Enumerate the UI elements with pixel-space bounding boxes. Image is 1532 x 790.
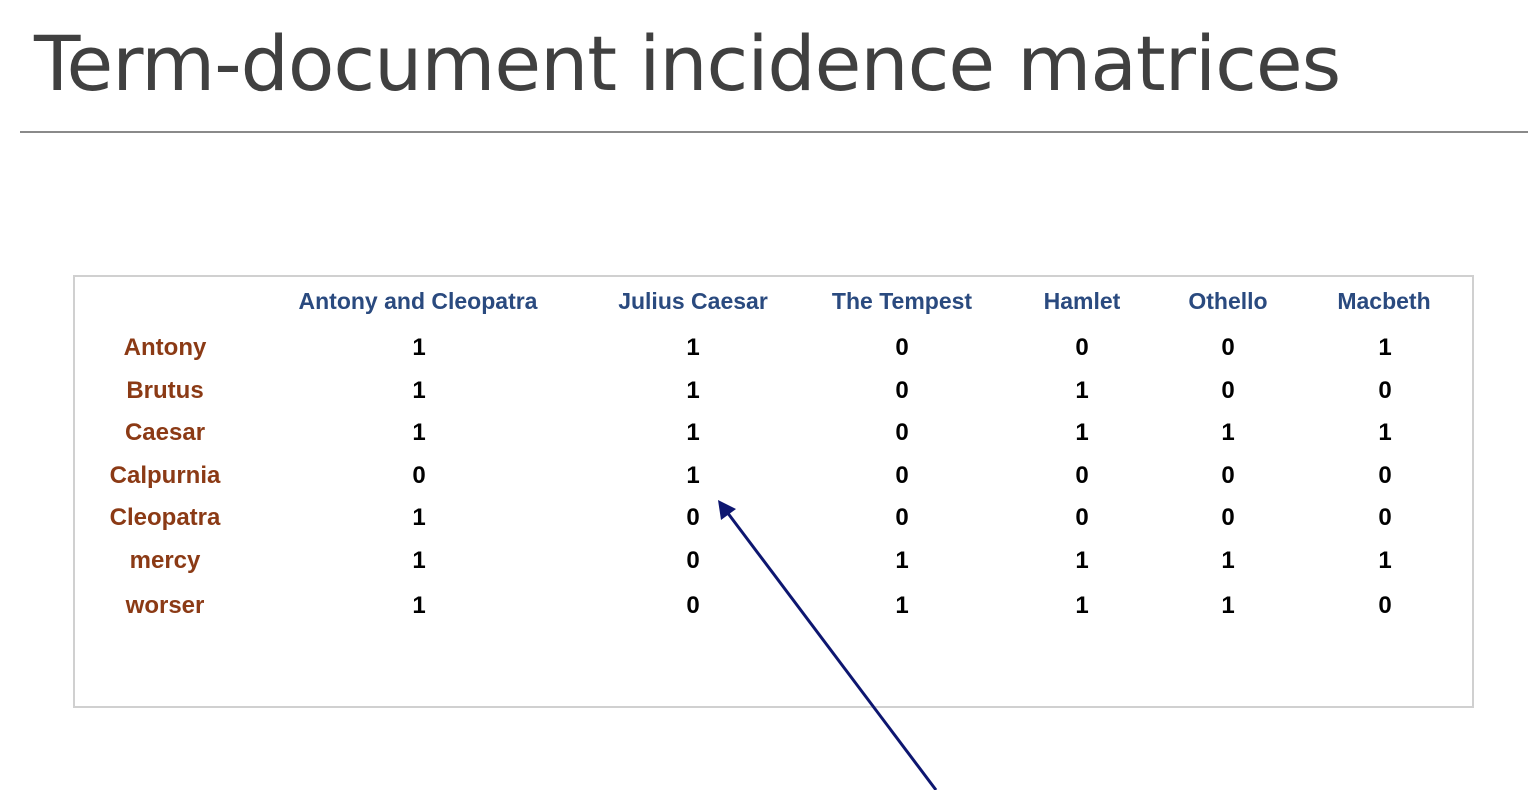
incidence-matrix-frame	[73, 275, 1474, 708]
matrix-cell: 0	[895, 419, 909, 446]
matrix-cell: 1	[1221, 592, 1235, 619]
matrix-cell: 0	[1221, 504, 1235, 531]
matrix-cell: 0	[1378, 592, 1392, 619]
matrix-cell: 1	[1075, 377, 1089, 404]
matrix-cell: 1	[686, 377, 700, 404]
term-label: Cleopatra	[109, 504, 221, 531]
doc-header-hamlet: Hamlet	[1043, 288, 1121, 314]
matrix-cell: 1	[1378, 419, 1392, 446]
matrix-cell: 0	[1378, 462, 1392, 489]
term-label: worser	[125, 592, 205, 619]
doc-header-macbeth: Macbeth	[1337, 288, 1431, 314]
matrix-cell: 0	[1378, 377, 1392, 404]
matrix-cell: 1	[412, 377, 426, 404]
matrix-cell: 0	[895, 504, 909, 531]
matrix-cell: 1	[412, 504, 426, 531]
doc-header-othello: Othello	[1188, 288, 1268, 314]
term-label: mercy	[129, 547, 201, 574]
matrix-cell: 1	[1378, 547, 1392, 574]
matrix-cell: 0	[686, 504, 700, 531]
term-label: Antony	[123, 334, 207, 361]
matrix-cell: 1	[895, 547, 909, 574]
matrix-cell: 1	[1221, 547, 1235, 574]
matrix-cell: 1	[1378, 334, 1392, 361]
slide: Term-document incidence matrices Antony …	[0, 0, 1532, 790]
matrix-cell: 1	[412, 547, 426, 574]
matrix-cell: 1	[1075, 419, 1089, 446]
matrix-cell: 0	[412, 462, 426, 489]
matrix-cell: 1	[686, 334, 700, 361]
doc-header-julius-caesar: Julius Caesar	[618, 288, 768, 314]
matrix-cell: 0	[1378, 504, 1392, 531]
matrix-cell: 1	[1221, 419, 1235, 446]
matrix-cell: 0	[1221, 462, 1235, 489]
term-label: Brutus	[126, 377, 204, 404]
matrix-cell: 0	[1221, 377, 1235, 404]
term-label: Calpurnia	[109, 462, 221, 489]
matrix-cell: 1	[1075, 592, 1089, 619]
matrix-cell: 0	[1075, 462, 1089, 489]
matrix-cell: 1	[686, 419, 700, 446]
matrix-cell: 0	[686, 592, 700, 619]
matrix-cell: 0	[895, 462, 909, 489]
matrix-cell: 0	[895, 334, 909, 361]
matrix-cell: 0	[686, 547, 700, 574]
term-label: Caesar	[124, 419, 206, 446]
doc-header-antony-and-cleopatra: Antony and Cleopatra	[298, 288, 538, 314]
matrix-cell: 1	[686, 462, 700, 489]
matrix-cell: 0	[1221, 334, 1235, 361]
matrix-cell: 1	[895, 592, 909, 619]
slide-title: Term-document incidence matrices	[34, 19, 1341, 108]
matrix-cell: 0	[895, 377, 909, 404]
title-divider	[20, 131, 1528, 133]
matrix-cell: 1	[412, 334, 426, 361]
matrix-cell: 0	[1075, 504, 1089, 531]
matrix-cell: 1	[412, 592, 426, 619]
matrix-cell: 1	[1075, 547, 1089, 574]
matrix-cell: 1	[412, 419, 426, 446]
matrix-cell: 0	[1075, 334, 1089, 361]
doc-header-the-tempest: The Tempest	[831, 288, 973, 314]
